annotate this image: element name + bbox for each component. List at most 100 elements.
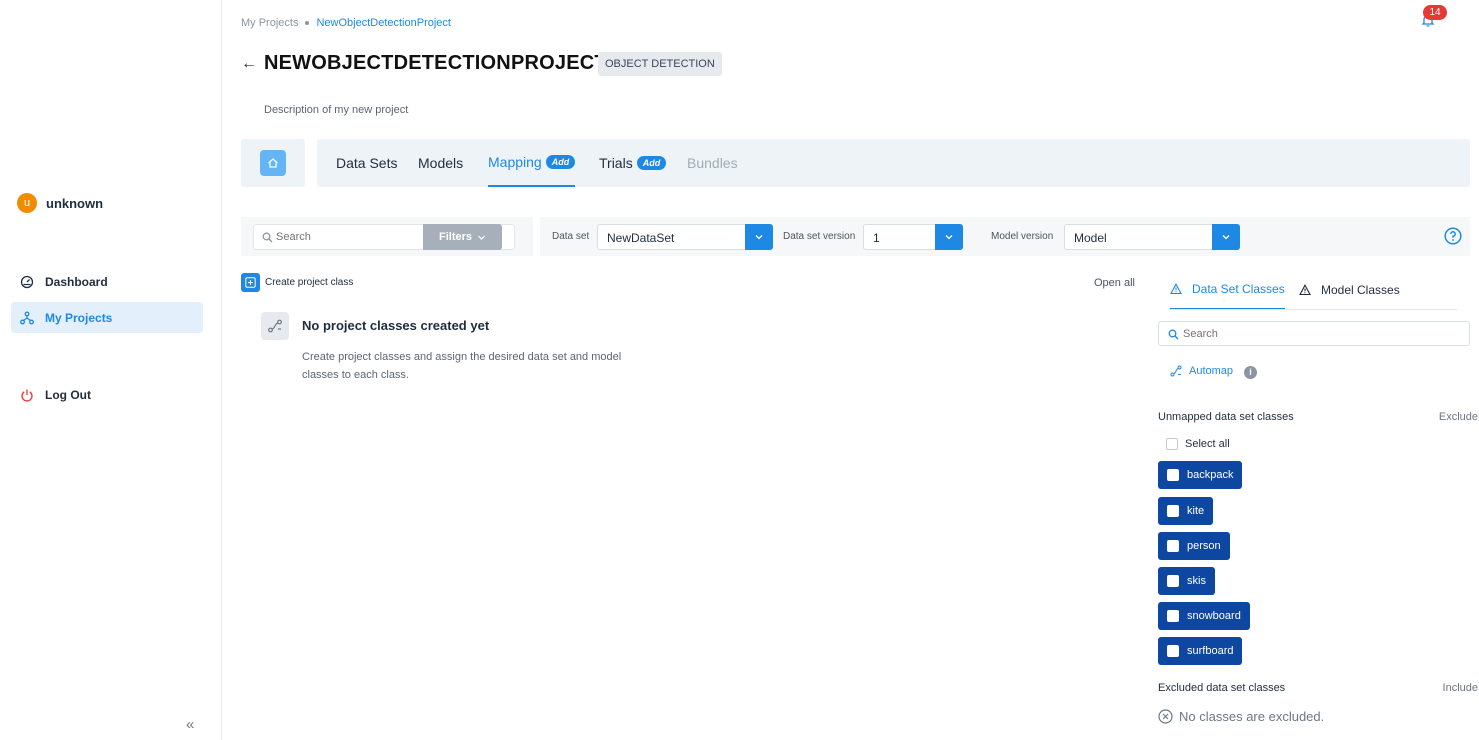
class-chip-backpack[interactable]: backpack	[1158, 461, 1243, 489]
nav-dashboard-label: Dashboard	[45, 274, 108, 289]
dataset-select-value: NewDataSet	[607, 231, 675, 245]
close-circle-icon	[1158, 709, 1173, 724]
page-title: NEWOBJECTDETECTIONPROJECT	[264, 52, 607, 74]
include-link[interactable]: Include	[1443, 682, 1478, 694]
checkbox[interactable]	[1167, 469, 1179, 481]
breadcrumb: My Projects NewObjectDetectionProject	[241, 17, 451, 29]
checkbox[interactable]	[1167, 540, 1179, 552]
dataset-version-select[interactable]: 1	[863, 224, 963, 250]
back-arrow-icon[interactable]: ←	[241, 55, 257, 73]
class-chip-skis[interactable]: skis	[1158, 567, 1215, 595]
class-chip-label: skis	[1187, 575, 1206, 587]
tab-mapping-label: Mapping	[488, 154, 542, 170]
dataset-version-label: Data set version	[783, 231, 856, 242]
nav-log-out[interactable]: Log Out	[11, 379, 203, 410]
tab-mapping-add-pill[interactable]: Add	[545, 155, 576, 169]
breadcrumb-my-projects[interactable]: My Projects	[241, 17, 298, 29]
empty-state-title: No project classes created yet	[302, 318, 490, 333]
checkbox[interactable]	[1167, 505, 1179, 517]
project-tree-icon	[20, 311, 34, 324]
model-version-label: Model version	[991, 231, 1054, 242]
checkbox[interactable]	[1166, 438, 1178, 450]
checkbox[interactable]	[1167, 575, 1179, 587]
class-chip-surfboard[interactable]: surfboard	[1158, 637, 1243, 665]
tab-trials-add-pill[interactable]: Add	[636, 156, 667, 170]
class-chip-label: person	[1187, 540, 1221, 552]
class-chip-label: snowboard	[1187, 610, 1241, 622]
breadcrumb-current[interactable]: NewObjectDetectionProject	[316, 17, 451, 29]
dataset-select-caret[interactable]	[745, 224, 773, 250]
tab-model-classes-label: Model Classes	[1321, 283, 1400, 297]
notification-count-badge: 14	[1423, 5, 1447, 20]
nav-dashboard[interactable]: Dashboard	[11, 266, 203, 297]
class-chip-label: backpack	[1187, 469, 1234, 481]
plus-square-icon	[241, 273, 260, 292]
home-button[interactable]	[260, 150, 286, 176]
select-all-label: Select all	[1185, 438, 1230, 450]
checkbox[interactable]	[1167, 645, 1179, 657]
chevron-down-icon	[755, 235, 763, 240]
tab-data-set-classes[interactable]: Data Set Classes	[1170, 270, 1285, 310]
user-profile[interactable]: u unknown	[17, 193, 103, 213]
tab-models-label: Models	[418, 155, 464, 171]
chevron-down-icon	[1222, 235, 1230, 240]
filter-separator	[533, 217, 540, 256]
automap-button[interactable]: Automap	[1170, 365, 1233, 377]
class-chip-label: surfboard	[1187, 645, 1234, 657]
create-project-class-label: Create project class	[265, 277, 354, 288]
filters-button[interactable]: Filters	[423, 224, 502, 250]
nav-log-out-label: Log Out	[45, 387, 91, 402]
info-icon[interactable]: i	[1244, 366, 1257, 379]
dataset-version-value: 1	[873, 231, 880, 245]
project-tabs: Data Sets Models Mapping Add Trials Add …	[317, 139, 1470, 187]
collapse-sidebar-icon[interactable]: «	[186, 716, 194, 733]
select-all-checkbox[interactable]: Select all	[1166, 438, 1230, 450]
tab-models[interactable]: Models	[418, 139, 463, 187]
no-excluded-text: No classes are excluded.	[1179, 709, 1325, 724]
filters-button-label: Filters	[438, 231, 472, 243]
breadcrumb-separator	[305, 21, 310, 25]
nav-my-projects-label: My Projects	[45, 310, 113, 325]
tab-data-sets[interactable]: Data Sets	[336, 139, 397, 187]
excluded-header: Excluded data set classes	[1158, 682, 1286, 694]
create-project-class-button[interactable]: Create project class	[241, 273, 353, 292]
class-search-input[interactable]	[1183, 326, 1453, 342]
class-search-box	[1158, 321, 1470, 346]
model-version-select[interactable]: Model	[1064, 224, 1240, 250]
checkbox[interactable]	[1167, 610, 1179, 622]
dataset-select[interactable]: NewDataSet	[597, 224, 773, 250]
tab-bundles: Bundles	[687, 139, 738, 187]
home-tab-container	[241, 139, 305, 187]
chevron-down-icon	[945, 235, 953, 240]
exclude-link[interactable]: Exclude	[1439, 411, 1478, 423]
tab-data-set-classes-label: Data Set Classes	[1192, 282, 1285, 296]
search-icon	[1168, 329, 1179, 340]
class-chip-snowboard[interactable]: snowboard	[1158, 602, 1250, 630]
model-version-value: Model	[1074, 231, 1107, 245]
automap-label: Automap	[1189, 365, 1234, 377]
project-type-badge: OBJECT DETECTION	[598, 52, 722, 76]
power-icon	[21, 389, 33, 402]
main-content: My Projects NewObjectDetectionProject 14…	[222, 0, 1479, 740]
help-icon[interactable]	[1444, 227, 1462, 245]
open-all-link[interactable]: Open all	[1094, 277, 1135, 289]
tab-trials-label: Trials	[599, 155, 633, 171]
user-name: unknown	[46, 195, 104, 211]
nav-my-projects[interactable]: My Projects	[11, 302, 203, 333]
project-description: Description of my new project	[264, 104, 409, 116]
tab-bundles-label: Bundles	[687, 155, 738, 171]
automap-icon	[1170, 365, 1182, 377]
model-version-caret[interactable]	[1212, 224, 1240, 250]
chevron-down-icon	[478, 235, 485, 240]
tab-trials[interactable]: Trials Add	[599, 139, 667, 187]
warning-triangle-icon	[1299, 284, 1311, 296]
class-chip-label: kite	[1187, 505, 1205, 517]
dataset-label: Data set	[552, 231, 590, 242]
gauge-icon	[20, 275, 34, 288]
tab-mapping[interactable]: Mapping Add	[488, 139, 576, 187]
dataset-version-caret[interactable]	[935, 224, 963, 250]
class-chip-person[interactable]: person	[1158, 532, 1230, 560]
tab-model-classes[interactable]: Model Classes	[1299, 270, 1400, 310]
class-chip-kite[interactable]: kite	[1158, 497, 1214, 525]
mapping-search-input[interactable]	[276, 228, 421, 246]
